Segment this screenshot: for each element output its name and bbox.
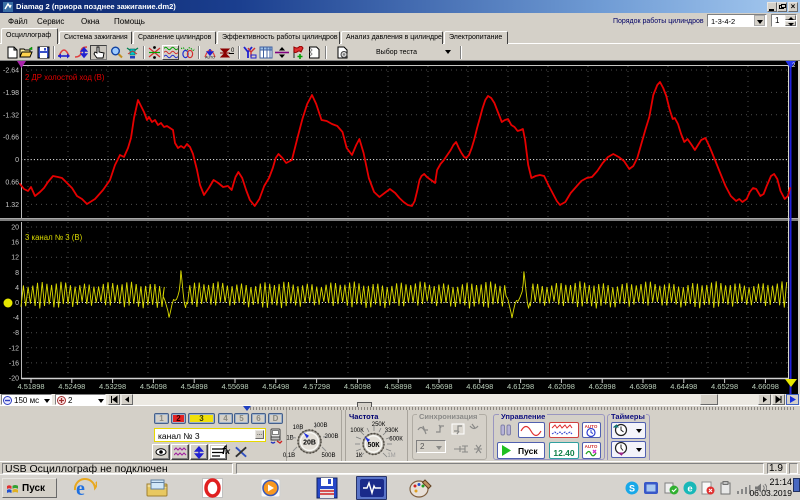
svg-text:4.65298: 4.65298 <box>711 382 738 391</box>
svg-text:-2.64: -2.64 <box>3 68 19 75</box>
svg-text:0: 0 <box>15 157 19 164</box>
svg-text:50К: 50К <box>367 442 380 449</box>
svg-text:4.51898: 4.51898 <box>17 382 44 391</box>
svg-text:4.54898: 4.54898 <box>181 382 208 391</box>
svg-text:4: 4 <box>15 285 19 292</box>
svg-text:600К: 600К <box>389 437 403 443</box>
svg-text:4.52498: 4.52498 <box>58 382 85 391</box>
svg-text:10В: 10В <box>293 425 304 431</box>
svg-text:0.66: 0.66 <box>5 180 19 187</box>
svg-text:4.57298: 4.57298 <box>303 382 330 391</box>
svg-text:4.62898: 4.62898 <box>589 382 616 391</box>
svg-text:-1.98: -1.98 <box>3 90 19 97</box>
svg-text:0: 0 <box>15 300 19 307</box>
svg-text:e: e <box>687 484 692 495</box>
svg-text:1.32: 1.32 <box>5 202 19 209</box>
svg-text:4.62098: 4.62098 <box>548 382 575 391</box>
svg-text:0,1В: 0,1В <box>283 453 295 459</box>
svg-text:1К: 1К <box>356 453 363 459</box>
svg-text:4.55698: 4.55698 <box>221 382 248 391</box>
svg-text:200В: 200В <box>324 434 338 440</box>
svg-text:4.53298: 4.53298 <box>99 382 126 391</box>
svg-text:20: 20 <box>11 225 19 232</box>
svg-text:-4: -4 <box>13 315 19 322</box>
svg-text:1М: 1М <box>387 453 395 459</box>
svg-text:-12: -12 <box>9 345 19 352</box>
svg-text:500В: 500В <box>321 453 335 459</box>
svg-text:AUTO: AUTO <box>585 444 598 449</box>
svg-text:-0.66: -0.66 <box>3 135 19 142</box>
svg-text:1В: 1В <box>286 436 293 442</box>
svg-text:4.58898: 4.58898 <box>385 382 412 391</box>
svg-text:AUTO: AUTO <box>205 56 215 60</box>
svg-text:4.54098: 4.54098 <box>140 382 167 391</box>
svg-text:12: 12 <box>11 255 19 262</box>
svg-text:8: 8 <box>15 270 19 277</box>
svg-text:16: 16 <box>11 240 19 247</box>
svg-text:20В: 20В <box>303 440 316 447</box>
svg-text:4.61298: 4.61298 <box>507 382 534 391</box>
svg-text:4.56498: 4.56498 <box>262 382 289 391</box>
svg-text:4.64498: 4.64498 <box>670 382 697 391</box>
svg-text:4.66098: 4.66098 <box>752 382 779 391</box>
svg-text:2 ДР холостой ход (В): 2 ДР холостой ход (В) <box>25 73 105 82</box>
svg-text:4.59698: 4.59698 <box>425 382 452 391</box>
svg-text:-16: -16 <box>9 360 19 367</box>
svg-text:-8: -8 <box>13 330 19 337</box>
svg-text:S: S <box>629 484 635 494</box>
svg-text:4.63698: 4.63698 <box>629 382 656 391</box>
svg-text:3 канал № 3 (В): 3 канал № 3 (В) <box>25 233 83 242</box>
svg-text:4.60498: 4.60498 <box>466 382 493 391</box>
svg-text:-1.32: -1.32 <box>3 112 19 119</box>
svg-text:4.58098: 4.58098 <box>344 382 371 391</box>
